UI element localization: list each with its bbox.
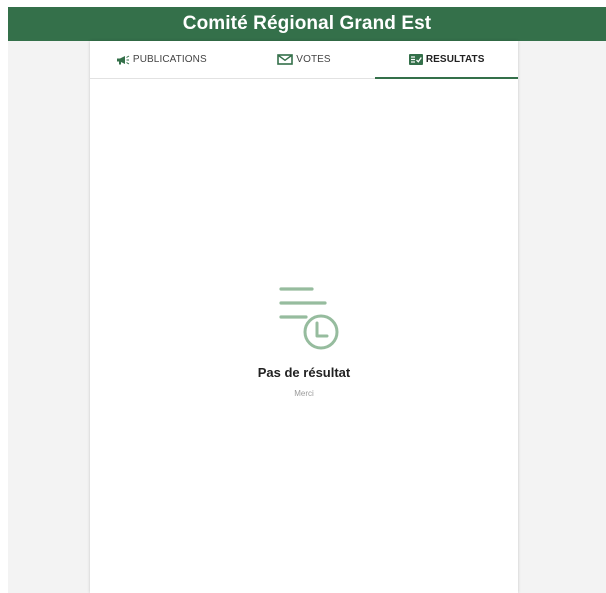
empty-state: Pas de résultat Merci [90, 273, 518, 398]
tab-publications[interactable]: PUBLICATIONS [90, 41, 233, 78]
results-icon [408, 54, 423, 65]
empty-subtitle: Merci [294, 389, 314, 398]
megaphone-icon [116, 55, 130, 65]
tab-votes[interactable]: VOTES [233, 41, 376, 78]
app-title: Comité Régional Grand Est [182, 13, 432, 34]
tab-label: VOTES [296, 54, 331, 65]
list-clock-icon [279, 287, 339, 350]
app-frame: Comité Régional Grand Est PUBLICATIONS V… [8, 7, 606, 593]
tab-label: RESULTATS [425, 54, 485, 65]
app-header: Comité Régional Grand Est [8, 7, 606, 41]
empty-title: Pas de résultat [257, 365, 351, 380]
envelope-icon [277, 54, 294, 65]
content-card: PUBLICATIONS VOTES RESULTATS Pas de résu… [90, 41, 518, 593]
tab-resultats[interactable]: RESULTATS [375, 41, 518, 79]
tab-label: PUBLICATIONS [132, 54, 207, 65]
tab-bar: PUBLICATIONS VOTES RESULTATS [90, 41, 518, 79]
